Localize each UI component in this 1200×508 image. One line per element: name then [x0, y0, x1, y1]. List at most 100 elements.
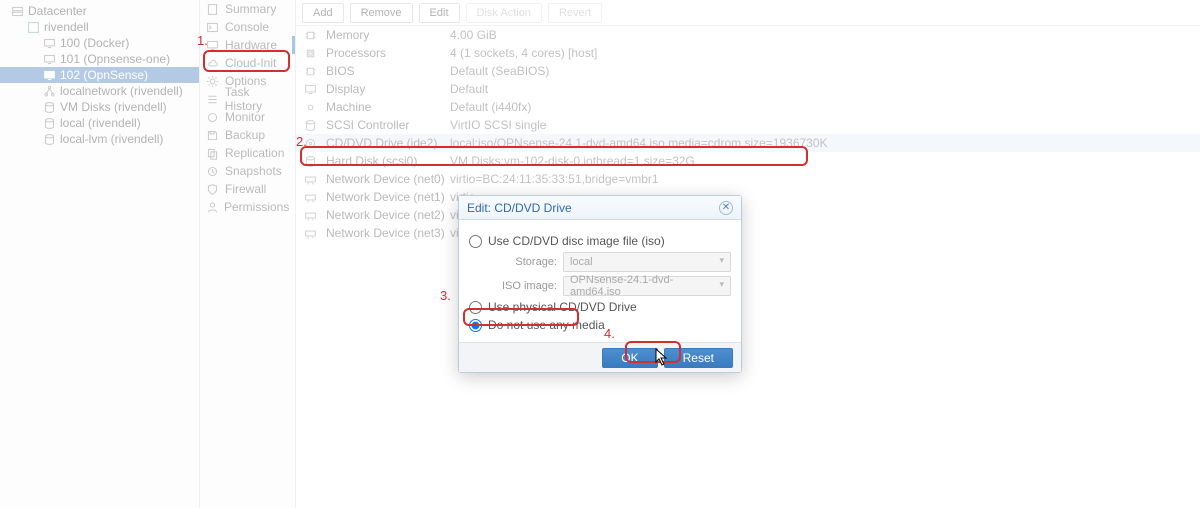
hardware-row[interactable]: SCSI ControllerVirtIO SCSI single: [296, 116, 1200, 134]
add-button[interactable]: Add: [302, 3, 344, 23]
tree-label: localnetwork (rivendell): [60, 84, 183, 98]
hardware-table: Memory4.00 GiBProcessors4 (1 sockets, 4 …: [296, 26, 1200, 242]
monitor-icon: [206, 39, 220, 52]
tree-label: 100 (Docker): [60, 36, 129, 50]
nav-snapshots[interactable]: Snapshots: [200, 162, 295, 180]
ok-button[interactable]: OK: [602, 348, 657, 368]
hw-name: Network Device (net2): [326, 208, 450, 222]
revert-button: Revert: [548, 3, 602, 23]
hardware-panel: Add Remove Edit Disk Action Revert Memor…: [296, 0, 1200, 508]
tree-item[interactable]: localnetwork (rivendell): [0, 83, 199, 99]
nav-hardware[interactable]: Hardware: [200, 36, 295, 54]
hardware-row[interactable]: MachineDefault (i440fx): [296, 98, 1200, 116]
hw-value: VM Disks:vm-102-disk-0,iothread=1,size=3…: [450, 154, 1192, 168]
net-icon: [304, 191, 320, 204]
hardware-row[interactable]: DisplayDefault: [296, 80, 1200, 98]
hw-name: Network Device (net0): [326, 172, 450, 186]
tree-item[interactable]: local-lvm (rivendell): [0, 131, 199, 147]
nav-permissions[interactable]: Permissions: [200, 198, 295, 216]
storage-label: Storage:: [493, 256, 557, 268]
hw-value: Default (SeaBIOS): [450, 64, 1192, 78]
network-icon: [42, 84, 56, 98]
net-icon: [304, 209, 320, 222]
terminal-icon: [206, 21, 220, 34]
nav-replication[interactable]: Replication: [200, 144, 295, 162]
tree-item[interactable]: 100 (Docker): [0, 35, 199, 51]
net-icon: [304, 227, 320, 240]
tree-label: rivendell: [44, 20, 89, 34]
monitor-icon: [42, 68, 56, 82]
hardware-row[interactable]: Processors4 (1 sockets, 4 cores) [host]: [296, 44, 1200, 62]
hw-value: Default: [450, 82, 1192, 96]
disk-icon: [304, 155, 320, 168]
tree-datacenter[interactable]: Datacenter: [0, 3, 199, 19]
hw-name: BIOS: [326, 64, 450, 78]
tree-item[interactable]: 102 (OpnSense): [0, 67, 199, 83]
nav-console[interactable]: Console: [200, 18, 295, 36]
hw-name: Machine: [326, 100, 450, 114]
cloud-icon: [206, 57, 220, 70]
server-icon: [10, 4, 24, 18]
nav-label: Backup: [225, 128, 265, 142]
close-icon[interactable]: ✕: [719, 201, 733, 215]
radio-label: Use CD/DVD disc image file (iso): [488, 234, 665, 248]
nav-task-history[interactable]: Task History: [200, 90, 295, 108]
hardware-row[interactable]: Memory4.00 GiB: [296, 26, 1200, 44]
edit-cd-dvd-dialog: Edit: CD/DVD Drive ✕ Use CD/DVD disc ima…: [458, 195, 742, 373]
nav-label: Snapshots: [225, 164, 282, 178]
tree-node[interactable]: rivendell: [0, 19, 199, 35]
gear-icon: [206, 75, 220, 88]
hardware-row[interactable]: Network Device (net2)virtio: [296, 206, 1200, 224]
iso-field-row: ISO image: OPNsense-24.1-dvd-amd64.iso: [493, 276, 731, 296]
hardware-row[interactable]: Hard Disk (scsi0)VM Disks:vm-102-disk-0,…: [296, 152, 1200, 170]
radio-input-physical[interactable]: [469, 301, 482, 314]
radio-use-iso[interactable]: Use CD/DVD disc image file (iso): [469, 234, 731, 248]
hw-name: Memory: [326, 28, 450, 42]
monitor-icon: [42, 52, 56, 66]
iso-label: ISO image:: [493, 280, 557, 292]
hw-value: Default (i440fx): [450, 100, 1192, 114]
hardware-row[interactable]: Network Device (net1)virtio: [296, 188, 1200, 206]
hw-name: Processors: [326, 46, 450, 60]
nav-firewall[interactable]: Firewall: [200, 180, 295, 198]
reset-button[interactable]: Reset: [664, 348, 733, 368]
hardware-row[interactable]: Network Device (net3)virtio: [296, 224, 1200, 242]
annotation-4: 4.: [604, 326, 615, 341]
tree-item[interactable]: VM Disks (rivendell): [0, 99, 199, 115]
annotation-3: 3.: [440, 288, 451, 303]
gear-icon: [304, 101, 320, 114]
remove-button[interactable]: Remove: [350, 3, 413, 23]
edit-button[interactable]: Edit: [419, 3, 460, 23]
storage-select: local: [563, 252, 731, 272]
hardware-row[interactable]: Network Device (net0)virtio=BC:24:11:35:…: [296, 170, 1200, 188]
annotation-2: 2.: [296, 134, 307, 149]
tree-label: local (rivendell): [60, 116, 141, 130]
nav-summary[interactable]: Summary: [200, 0, 295, 18]
disk-icon: [304, 119, 320, 132]
list-icon: [206, 93, 220, 106]
tree-item[interactable]: 101 (Opnsense-one): [0, 51, 199, 67]
hw-value: VirtIO SCSI single: [450, 118, 1192, 132]
radio-input-nomedia[interactable]: [469, 319, 482, 332]
user-icon: [206, 201, 219, 214]
nav-label: Task History: [225, 85, 289, 113]
disk-action-button: Disk Action: [466, 3, 542, 23]
nav-label: Summary: [225, 2, 276, 16]
tree-item[interactable]: local (rivendell): [0, 115, 199, 131]
tree-label: VM Disks (rivendell): [60, 100, 167, 114]
dialog-footer: OK Reset: [459, 342, 741, 372]
dialog-title-bar[interactable]: Edit: CD/DVD Drive ✕: [459, 196, 741, 220]
hardware-row[interactable]: BIOSDefault (SeaBIOS): [296, 62, 1200, 80]
shield-icon: [206, 183, 220, 196]
nav-backup[interactable]: Backup: [200, 126, 295, 144]
radio-use-physical[interactable]: Use physical CD/DVD Drive: [469, 300, 731, 314]
tree-label: 101 (Opnsense-one): [60, 52, 170, 66]
hardware-row[interactable]: CD/DVD Drive (ide2)local:iso/OPNsense-24…: [296, 134, 1200, 152]
radio-no-media[interactable]: Do not use any media: [469, 318, 731, 332]
nav-cloud-init[interactable]: Cloud-Init: [200, 54, 295, 72]
nav-label: Permissions: [224, 200, 289, 214]
node-icon: [26, 20, 40, 34]
radio-input-iso[interactable]: [469, 235, 482, 248]
copy-icon: [206, 147, 220, 160]
circle-icon: [206, 111, 220, 124]
